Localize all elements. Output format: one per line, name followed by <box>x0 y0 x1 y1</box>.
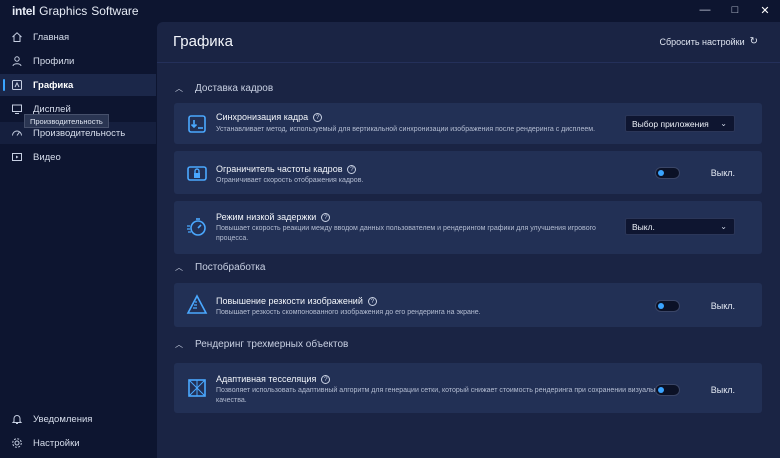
page-title: Графика <box>173 33 233 50</box>
card-vsync: Синхронизация кадра ? Устанавливает мето… <box>174 103 762 144</box>
dropdown-value: Выкл. <box>632 221 655 232</box>
chevron-down-icon: ⌄ <box>720 222 727 231</box>
section-title: Рендеринг трехмерных объектов <box>195 339 349 350</box>
bell-icon <box>10 412 24 426</box>
section-3d-rendering[interactable]: ︿ Рендеринг трехмерных объектов <box>173 339 348 350</box>
card-title: Повышение резкости изображений ? <box>216 296 377 306</box>
sidebar-item-home[interactable]: Главная <box>0 26 156 48</box>
toggle-state-label: Выкл. <box>710 168 735 178</box>
sharpening-toggle[interactable] <box>655 300 680 312</box>
minimize-button[interactable]: — <box>690 0 720 20</box>
card-description: Устанавливает метод, используемый для ве… <box>216 126 596 133</box>
sidebar-item-notifications[interactable]: Уведомления <box>0 408 156 430</box>
close-button[interactable]: ✕ <box>750 0 780 20</box>
sidebar-item-label: Производительность <box>33 127 126 139</box>
help-icon[interactable]: ? <box>347 164 357 174</box>
title-bar: intel Graphics Software — □ ✕ <box>0 0 780 22</box>
sidebar-item-label: Графика <box>33 79 74 91</box>
toggle-state-label: Выкл. <box>710 301 735 311</box>
sidebar-item-label: Уведомления <box>33 413 93 425</box>
card-low-latency: Режим низкой задержки ? Повышает скорост… <box>174 201 762 254</box>
help-icon[interactable]: ? <box>367 296 377 306</box>
sidebar-item-label: Видео <box>33 151 61 163</box>
description-line: качества. <box>216 397 247 404</box>
sidebar-item-profiles[interactable]: Профили <box>0 50 156 72</box>
chevron-up-icon: ︿ <box>175 84 183 93</box>
reset-icon: ↻ <box>749 36 758 47</box>
maximize-button[interactable]: □ <box>720 0 750 20</box>
low-latency-dropdown[interactable]: Выкл. ⌄ <box>625 218 735 235</box>
brand-software: Software <box>91 4 139 18</box>
description-line: процесса. <box>216 235 249 242</box>
gear-icon <box>10 436 24 450</box>
card-title-text: Ограничитель частоты кадров <box>216 164 343 174</box>
card-title-text: Повышение резкости изображений <box>216 296 363 306</box>
dropdown-value: Выбор приложения <box>632 118 709 129</box>
brand-intel: intel <box>12 4 36 18</box>
card-title-text: Адаптивная тесселяция <box>216 374 317 384</box>
home-icon <box>10 30 24 44</box>
frame-limiter-toggle[interactable] <box>655 167 680 179</box>
sharpening-icon <box>186 294 208 316</box>
sidebar-item-settings[interactable]: Настройки <box>0 432 156 454</box>
card-description: Позволяет использовать адаптивный алгори… <box>216 386 668 406</box>
sidebar-item-label: Настройки <box>33 437 80 449</box>
frame-limiter-icon <box>186 162 208 184</box>
card-title: Ограничитель частоты кадров ? <box>216 164 357 174</box>
card-title-text: Синхронизация кадра <box>216 112 309 122</box>
section-title: Доставка кадров <box>195 83 274 94</box>
divider <box>157 62 780 63</box>
sidebar-item-label: Профили <box>33 55 75 67</box>
vsync-icon <box>186 113 208 135</box>
brand-graphics: Graphics <box>39 4 88 18</box>
tessellation-icon <box>186 377 208 399</box>
performance-icon <box>10 126 24 140</box>
card-frame-limiter: Ограничитель частоты кадров ? Ограничива… <box>174 151 762 194</box>
toggle-knob <box>658 170 664 176</box>
main-panel: Графика Сбросить настройки ↻ ︿ Доставка … <box>157 22 780 458</box>
chevron-up-icon: ︿ <box>175 340 183 349</box>
reset-settings-button[interactable]: Сбросить настройки ↻ <box>660 36 759 47</box>
sidebar-item-graphics[interactable]: Графика <box>0 74 156 96</box>
card-tessellation: Адаптивная тесселяция ? Позволяет исполь… <box>174 363 762 413</box>
card-description: Повышает резкость скомпонованного изобра… <box>216 309 481 316</box>
help-icon[interactable]: ? <box>321 374 331 384</box>
help-icon[interactable]: ? <box>321 212 331 222</box>
section-title: Постобработка <box>195 262 266 273</box>
card-title: Режим низкой задержки ? <box>216 212 331 222</box>
video-icon <box>10 150 24 164</box>
graphics-icon <box>10 78 24 92</box>
app-brand: intel Graphics Software <box>12 4 139 18</box>
tooltip: Производительность <box>24 114 109 128</box>
section-postprocessing[interactable]: ︿ Постобработка <box>173 262 265 273</box>
sidebar: Главная Профили Графика Дисплей Производ… <box>0 22 156 458</box>
description-line: Повышает скорость реакции между вводом д… <box>216 225 596 232</box>
card-description: Повышает скорость реакции между вводом д… <box>216 224 596 244</box>
chevron-up-icon: ︿ <box>175 263 183 272</box>
card-title-text: Режим низкой задержки <box>216 212 317 222</box>
description-line: Позволяет использовать адаптивный алгори… <box>216 387 668 394</box>
section-frame-delivery[interactable]: ︿ Доставка кадров <box>173 83 273 94</box>
window-controls: — □ ✕ <box>690 0 780 20</box>
toggle-knob <box>658 303 664 309</box>
chevron-down-icon: ⌄ <box>720 119 727 128</box>
card-sharpening: Повышение резкости изображений ? Повышае… <box>174 283 762 327</box>
profile-icon <box>10 54 24 68</box>
card-title: Адаптивная тесселяция ? <box>216 374 331 384</box>
tessellation-toggle[interactable] <box>655 384 680 396</box>
toggle-state-label: Выкл. <box>710 385 735 395</box>
display-icon <box>10 102 24 116</box>
sidebar-item-label: Главная <box>33 31 70 43</box>
reset-label: Сбросить настройки <box>659 36 745 47</box>
help-icon[interactable]: ? <box>313 112 323 122</box>
sidebar-item-label: Дисплей <box>33 103 71 115</box>
vsync-dropdown[interactable]: Выбор приложения ⌄ <box>625 115 735 132</box>
toggle-knob <box>658 387 664 393</box>
sidebar-item-video[interactable]: Видео <box>0 146 156 168</box>
card-description: Ограничивает скорость отображения кадров… <box>216 177 364 184</box>
card-title: Синхронизация кадра ? <box>216 112 323 122</box>
stopwatch-icon <box>186 216 208 238</box>
